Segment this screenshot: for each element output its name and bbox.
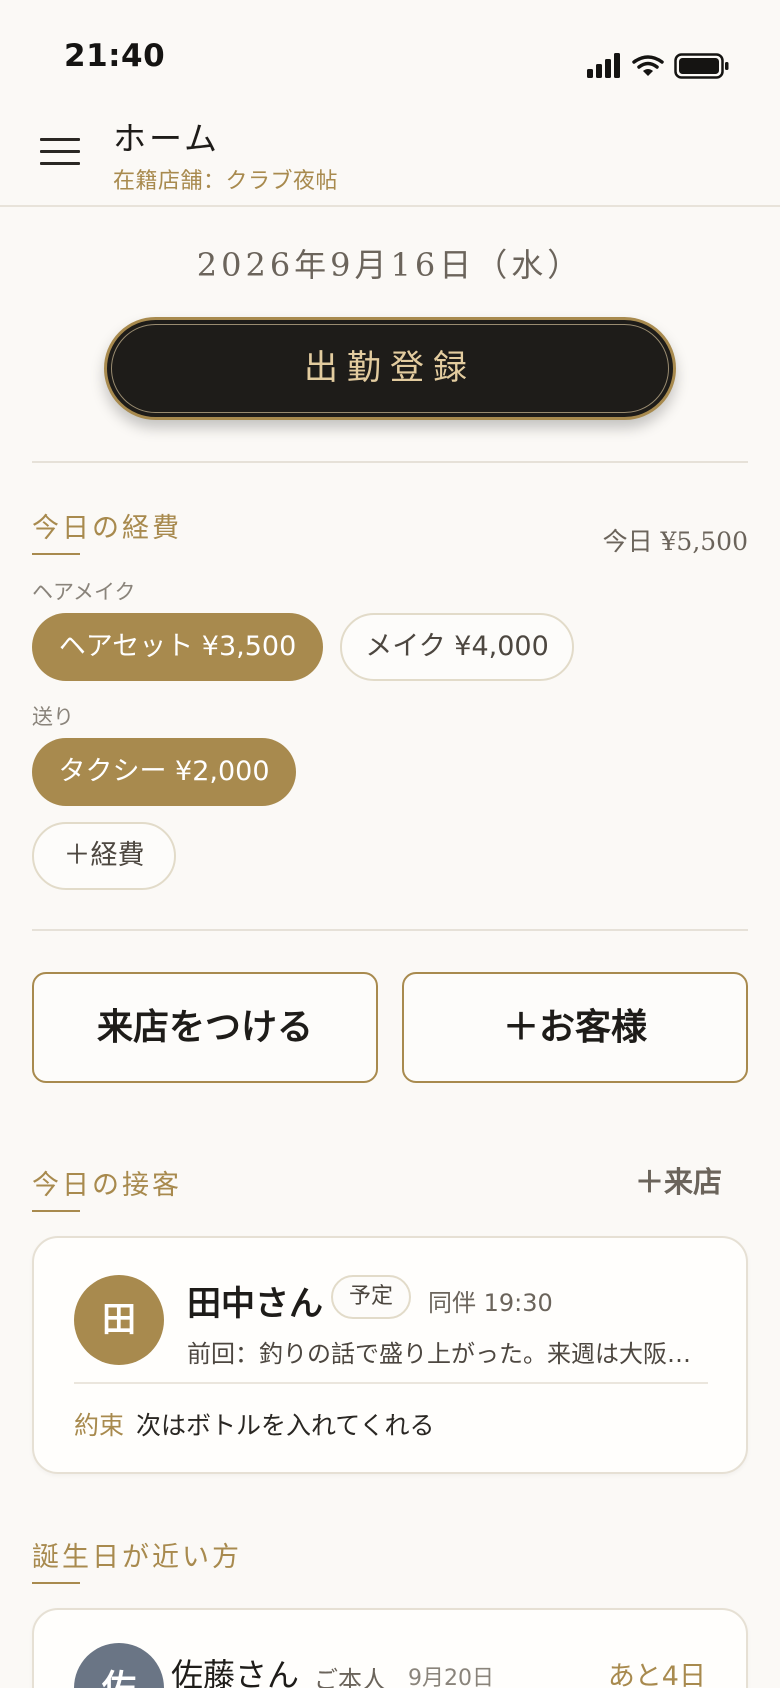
birthday-section-title: 誕生日が近い方	[32, 1542, 242, 1573]
menu-icon[interactable]	[40, 136, 80, 166]
attendance-register-label: 出勤登録	[304, 348, 476, 388]
status-badge: 予定	[331, 1275, 412, 1319]
birthday-relation: ご本人	[314, 1666, 386, 1688]
guest-name: 田中さん	[187, 1284, 323, 1324]
wifi-icon	[632, 55, 664, 76]
promise-label: 約束	[74, 1411, 125, 1440]
add-expense-button[interactable]: ＋経費	[32, 822, 176, 890]
record-visit-button[interactable]: 来店をつける	[32, 972, 378, 1083]
page-title: ホーム	[113, 119, 221, 158]
add-visit-link[interactable]: ＋来店	[635, 1159, 722, 1201]
status-time: 21:40	[64, 38, 166, 74]
status-bar: 21:40	[0, 0, 780, 100]
avatar: 田	[74, 1275, 164, 1365]
expense-group-label: ヘアメイク	[32, 580, 136, 604]
store-subtitle: 在籍店舗：クラブ夜帖	[113, 169, 339, 194]
birthday-date: 9月20日	[408, 1666, 494, 1688]
battery-icon	[674, 53, 729, 79]
section-underline	[32, 1582, 80, 1584]
current-date: 2026年9月16日（水）	[196, 246, 584, 284]
cellular-signal-icon	[587, 52, 621, 78]
card-divider	[74, 1382, 708, 1384]
section-underline	[32, 553, 80, 555]
expenses-section-title: 今日の経費	[32, 513, 182, 544]
avatar: 佐	[74, 1643, 164, 1688]
service-card[interactable]: 田 田中さん 予定 同伴 19:30 前回：釣りの話で盛り上がった。来週は大阪……	[32, 1236, 748, 1474]
add-customer-button[interactable]: ＋お客様	[402, 972, 748, 1083]
expenses-total: 今日 ¥5,500	[602, 527, 748, 556]
birthday-card[interactable]: 佐 佐藤さん ご本人 9月20日 あと4日	[32, 1608, 748, 1688]
service-section-title: 今日の接客	[32, 1170, 182, 1201]
expense-group-label: 送り	[32, 705, 74, 729]
expense-chip-makeup[interactable]: メイク ¥4,000	[340, 613, 574, 681]
promise-text: 次はボトルを入れてくれる	[136, 1411, 435, 1440]
last-visit-note: 前回：釣りの話で盛り上がった。来週は大阪…	[187, 1340, 691, 1368]
birthday-countdown: あと4日	[607, 1661, 706, 1688]
section-underline	[32, 1210, 80, 1212]
expense-chip-taxi[interactable]: タクシー ¥2,000	[32, 738, 296, 806]
divider	[32, 461, 748, 463]
divider	[32, 929, 748, 931]
attendance-register-button[interactable]: 出勤登録	[104, 317, 676, 420]
guest-name: 佐藤さん	[171, 1656, 300, 1688]
expense-chip-hairset[interactable]: ヘアセット ¥3,500	[32, 613, 323, 681]
app-header: ホーム 在籍店舗：クラブ夜帖	[0, 100, 780, 207]
companion-time: 同伴 19:30	[428, 1289, 553, 1317]
